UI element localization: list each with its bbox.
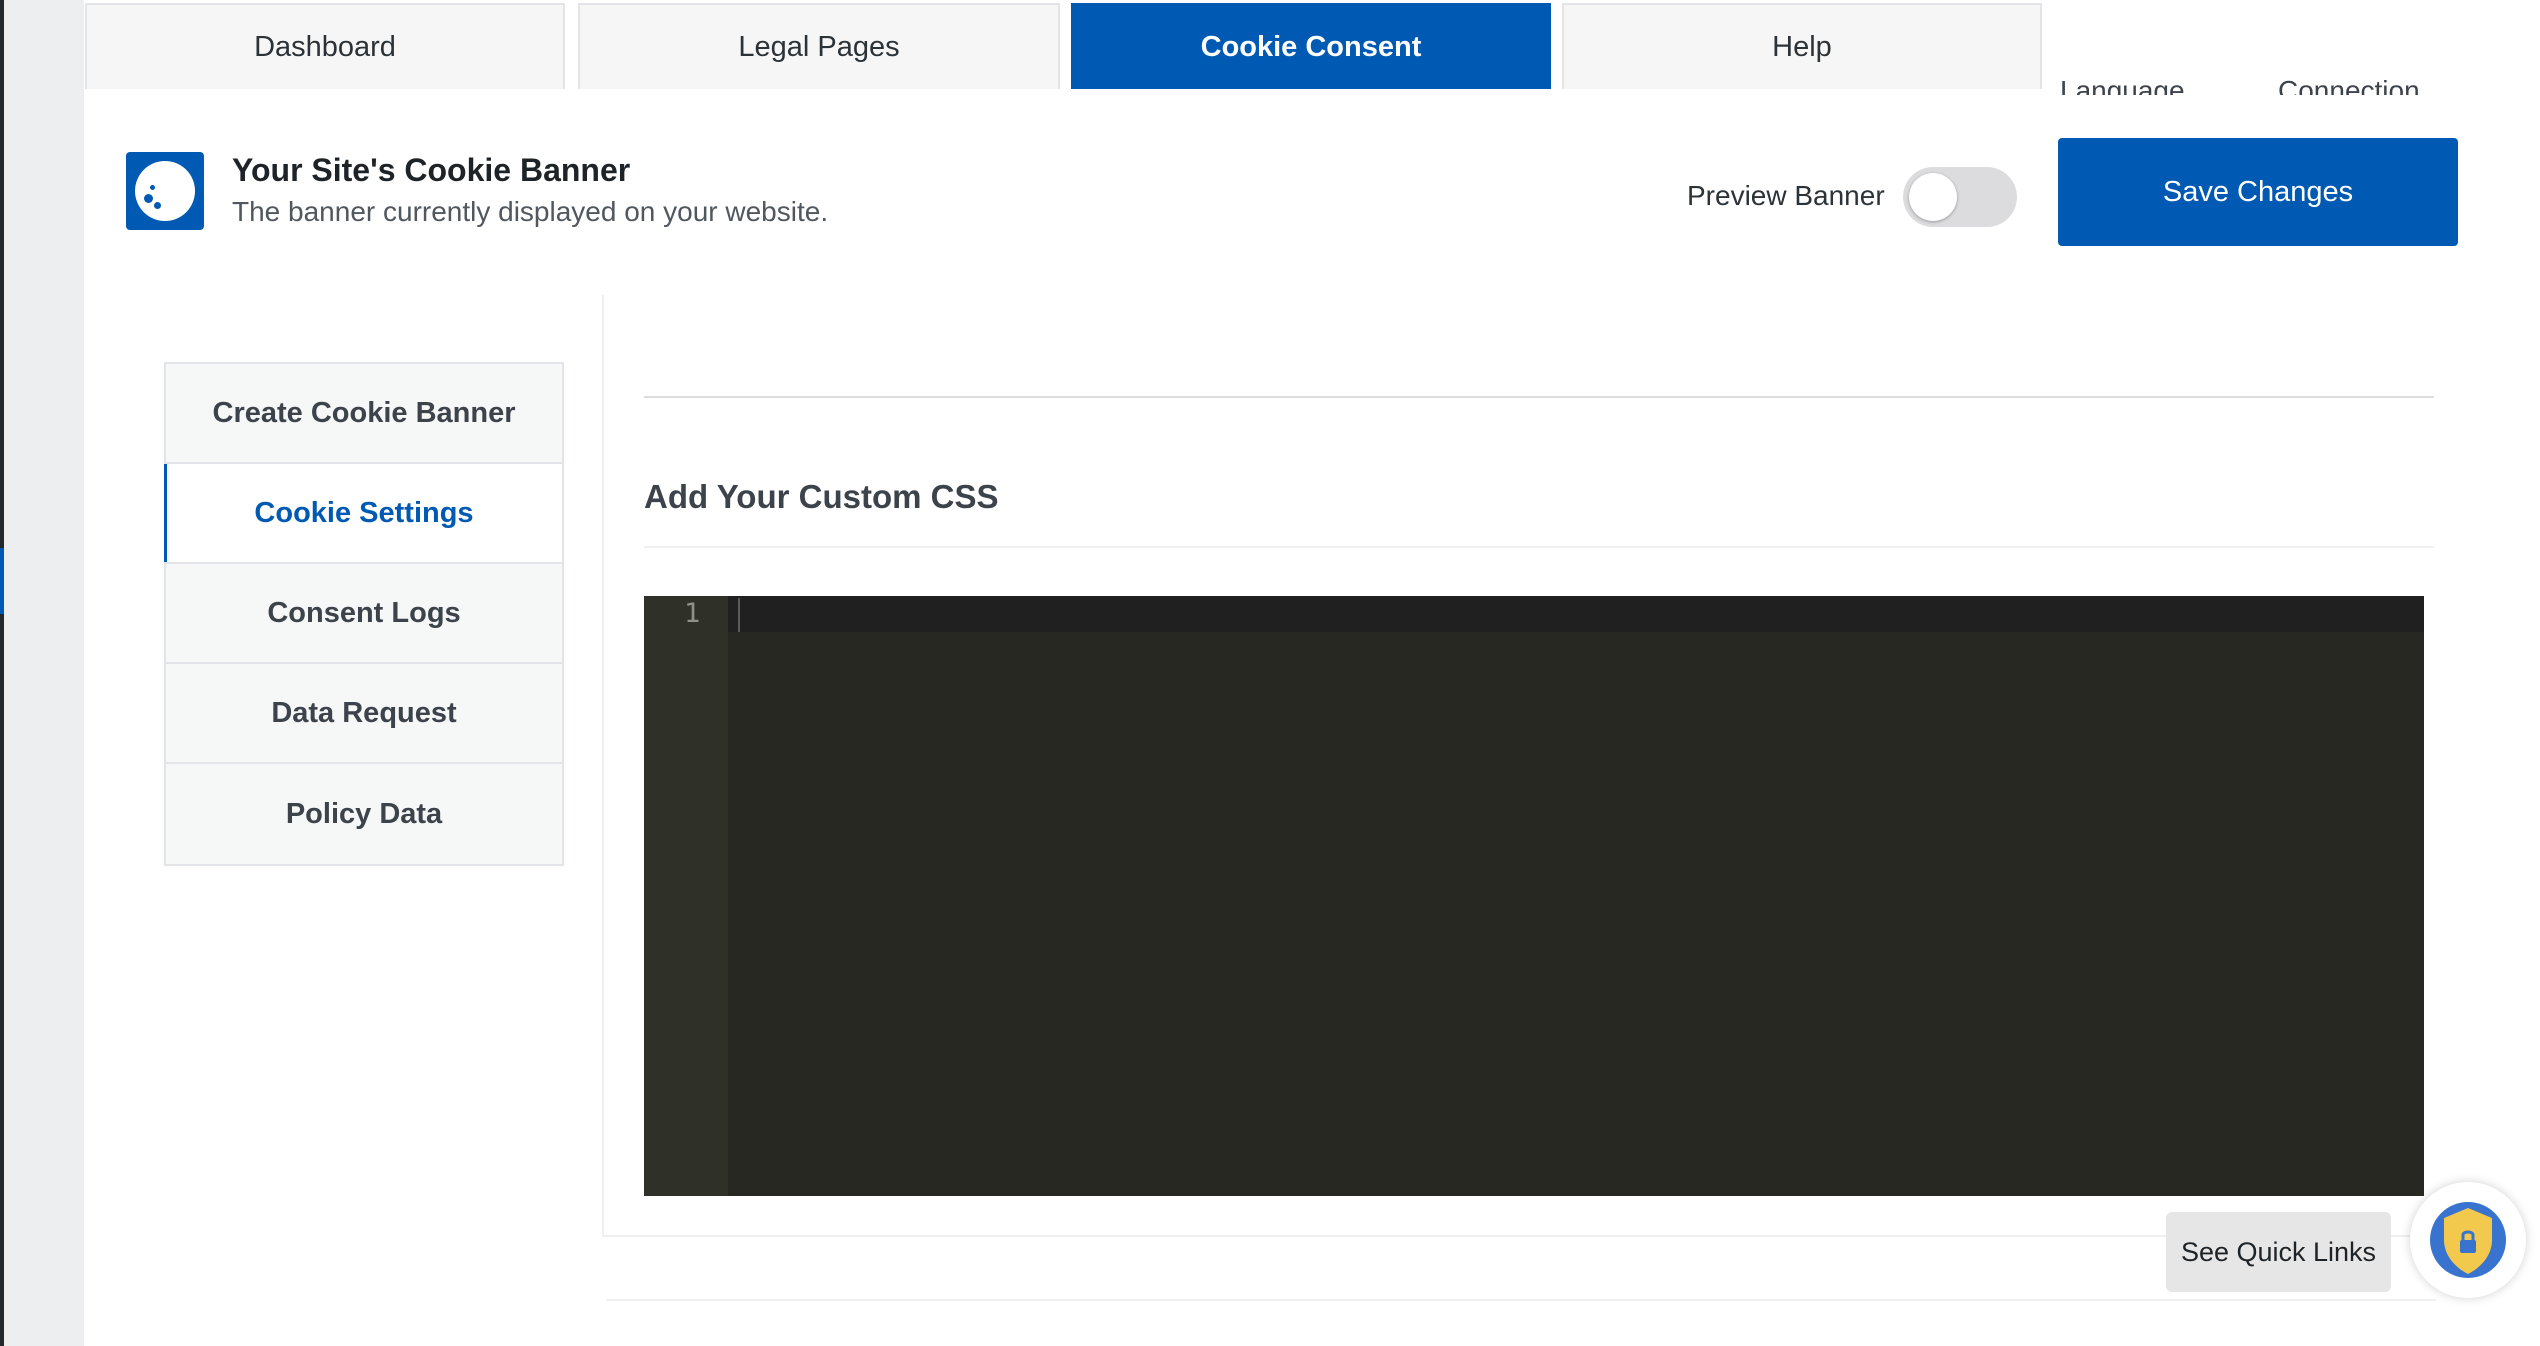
panel-border [602,1235,2438,1237]
section-divider [644,546,2434,548]
preview-banner-label: Preview Banner [1687,180,1885,211]
tab-cookie-consent[interactable]: Cookie Consent [1071,3,1551,89]
cookie-logo-icon [126,152,204,230]
tab-dashboard[interactable]: Dashboard [85,3,565,89]
tab-legal-pages[interactable]: Legal Pages [578,3,1060,89]
section-divider [644,396,2434,398]
nav-create-cookie-banner[interactable]: Create Cookie Banner [166,364,562,464]
banner-title: Your Site's Cookie Banner [232,152,631,188]
sub-tab-language[interactable]: Language [2060,75,2185,95]
nav-policy-data[interactable]: Policy Data [166,764,562,864]
preview-banner-toggle[interactable] [1903,167,2017,227]
editor-gutter [644,596,728,1196]
toggle-knob [1909,173,1957,221]
panel-border [602,295,604,1235]
see-quick-links-button[interactable]: See Quick Links [2166,1212,2391,1292]
editor-cursor [738,598,740,632]
custom-css-heading: Add Your Custom CSS [644,478,999,515]
quick-links-fab[interactable] [2410,1182,2526,1298]
nav-data-request[interactable]: Data Request [166,664,562,764]
editor-active-line [644,596,2424,632]
banner-subtitle: The banner currently displayed on your w… [232,196,829,227]
cookie-side-nav: Create Cookie Banner Cookie Settings Con… [164,362,564,866]
tab-underline-cover [84,89,2044,93]
custom-css-editor[interactable]: 1 [644,596,2424,1196]
editor-line-number: 1 [684,598,701,629]
sub-tab-connection[interactable]: Connection [2278,75,2420,95]
shield-lock-icon [2444,1208,2492,1274]
main-tabs: Dashboard Legal Pages Cookie Consent Hel… [84,3,2540,95]
admin-sidebar-gutter [4,0,84,1346]
admin-sidebar-marker [0,548,4,614]
save-changes-button[interactable]: Save Changes [2058,138,2458,246]
footer-divider [606,1299,2436,1301]
tab-help[interactable]: Help [1562,3,2042,89]
nav-cookie-settings[interactable]: Cookie Settings [164,464,562,564]
nav-consent-logs[interactable]: Consent Logs [166,564,562,664]
